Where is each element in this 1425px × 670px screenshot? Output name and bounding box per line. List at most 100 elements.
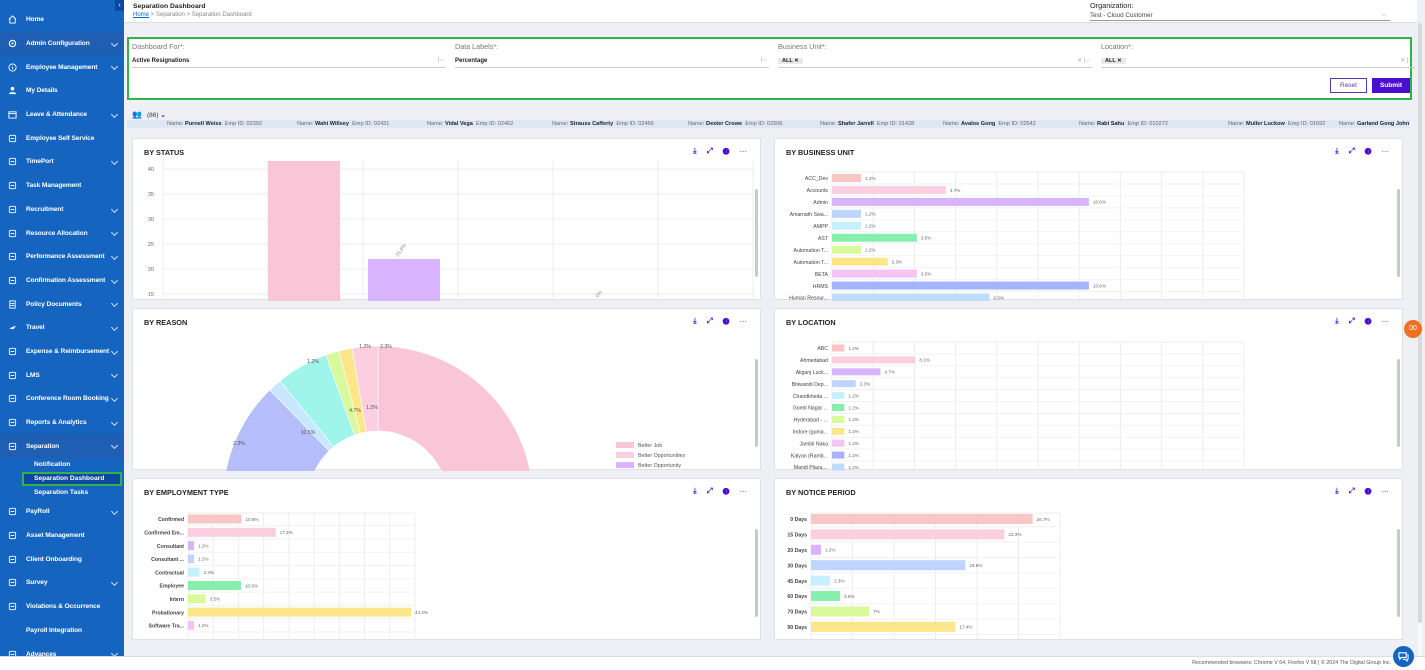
location-chip[interactable]: ALL ✕ [1101,58,1126,64]
chevron-down-icon [110,229,119,237]
sidebar-item-expense-reimbursement[interactable]: Expense & Reimbursement [0,340,124,364]
employee-chip[interactable]: Name: Vidal Vega Emp ID: 02462 [427,121,513,127]
dashboard-for-select[interactable]: Active Resignations |⌵ [132,57,446,68]
bar-value-label: 1.2% [848,453,858,458]
panel-tools[interactable]: ⤓ ⤢ ❶ ⋯ [1335,486,1393,496]
employee-chip[interactable]: Name: Muller Luckow Emp ID: 01692 [1228,121,1325,127]
page-scrollbar[interactable] [1418,23,1422,655]
sidebar-item-policy-documents[interactable]: Policy Documents [0,292,124,316]
survey-icon [7,578,17,588]
breadcrumb-home-link[interactable]: Home [133,12,149,18]
clear-and-chevron-icon[interactable]: ✕ |⌵ [1400,57,1413,65]
sidebar-item-payroll-integration[interactable]: Payroll Integration [0,619,124,643]
employee-chip[interactable]: Name: Purnell Weiss Emp ID: 02392 [167,121,262,127]
dashboard-for-filter: Dashboard For*: Active Resignations |⌵ [132,42,446,68]
employee-chip[interactable]: Name: Rabi Sahu Emp ID: 010272 [1079,121,1168,127]
bar [832,404,845,411]
sidebar-item-confirmation-assessment[interactable]: Confirmation Assessment [0,269,124,293]
sidebar-item-employee-management[interactable]: Employee Management [0,55,124,79]
sidebar-item-payroll[interactable]: PayRoll [0,500,124,524]
employee-id: 02462 [497,121,514,127]
sidebar-subitem-notification[interactable]: Notification [0,458,124,472]
chevron-down-icon[interactable]: ⌄ [160,112,165,119]
bar-value-label: 1.2% [825,548,835,553]
employee-chip[interactable]: Name: Avalos Gong Emp ID: 02542 [943,121,1036,127]
bar-value-label: 18.6% [969,563,982,568]
sidebar-item-travel[interactable]: Travel [0,316,124,340]
sidebar-item-lms[interactable]: LMS [0,363,124,387]
panel-tools[interactable]: ⤓ ⤢ ❶ ⋯ [1335,316,1393,326]
sidebar-item-timeport[interactable]: TimePort [0,150,124,174]
panel-tools[interactable]: ⤓ ⤢ ❶ ⋯ [693,146,751,156]
sidebar-item-label: PayRoll [26,508,50,516]
bar [188,514,242,524]
sidebar-item-performance-assessment[interactable]: Performance Assessment [0,245,124,269]
users-icon: 👥 [132,110,142,119]
data-labels-select[interactable]: Percentage |⌵ [455,57,769,68]
sidebar-item-resource-allocation[interactable]: Resource Allocation [0,221,124,245]
side-feedback-tab[interactable]: 00 [1404,320,1422,338]
sidebar-item-label: Travel [26,324,45,332]
panel-tools[interactable]: ⤓ ⤢ ❶ ⋯ [693,486,751,496]
sidebar-item-admin-configuration[interactable]: Admin Configuration [0,31,124,56]
employee-chip[interactable]: Name: Garland Gong John [1339,121,1409,127]
bar-value-label: 1.2% [848,393,858,398]
sidebar-item-my-details[interactable]: My Details [0,79,124,103]
bar-value-label: 1.2% [848,429,858,434]
panel-tools[interactable]: ⤓ ⤢ ❶ ⋯ [693,316,751,326]
bar [832,245,862,254]
organization-select[interactable]: Test - Cloud Customer ⌵ [1090,11,1390,21]
chevron-down-icon [110,347,119,355]
category-label: 60 Days [787,594,807,600]
chevron-down-icon [110,394,119,403]
sidebar-item-client-onboarding[interactable]: Client Onboarding [0,547,124,571]
business-unit-chip-label: ALL [782,58,793,64]
bar [832,463,845,471]
panel-scrollbar [1397,359,1400,447]
remove-chip-icon[interactable]: ✕ [1117,58,1122,64]
sidebar-nav: Home Admin Configuration Employee Manageme… [0,8,124,656]
employee-count-value: (86) [146,112,159,119]
business-unit-select[interactable]: ALL ✕ ✕ |⌵ [778,58,1092,68]
sidebar-item-reports-analytics[interactable]: Reports & Analytics [0,411,124,435]
violations-icon [7,602,17,612]
chevron-down-icon [110,371,119,379]
sidebar-item-employee-self-service[interactable]: Employee Self Service [0,126,124,150]
legend-label: Better Opportunity [638,463,681,469]
business-unit-chip[interactable]: ALL ✕ [778,58,803,64]
remove-chip-icon[interactable]: ✕ [794,58,799,64]
reason-chart: 10.5% 2.3% 1.2% 4.7% 1.2% 1.2% 2.3% Better Job B… [225,344,758,471]
clear-and-chevron-icon[interactable]: ✕ |⌵ [1077,57,1090,65]
sidebar-item-asset-management[interactable]: Asset Management [0,524,124,548]
sidebar-item-separation[interactable]: Separation [0,434,124,459]
sidebar-item-survey[interactable]: Survey [0,571,124,595]
location-select[interactable]: ALL ✕ ✕ |⌵ [1101,58,1415,68]
category-label: Consultant [157,544,184,550]
employee-id: 02392 [246,121,263,127]
panel-tools[interactable]: ⤓ ⤢ ❶ ⋯ [1335,146,1393,156]
reset-button[interactable]: Reset [1330,78,1367,93]
slice-label: 2.3% [380,344,392,350]
sidebar-subitem-separation-tasks[interactable]: Separation Tasks [0,486,124,500]
breadcrumb: Home > Separation > Separation Dashboard [133,12,252,18]
category-label: Accounts [807,188,829,194]
submit-button[interactable]: Submit [1372,78,1410,93]
sidebar-item-recruitment[interactable]: Recruitment [0,198,124,222]
sidebar-item-advances[interactable]: Advances [0,642,124,656]
bar-value-label: 1.2% [848,405,858,410]
sidebar-item-home[interactable]: Home [0,8,124,32]
employee-count[interactable]: 👥 (86) ⌄ [132,110,166,119]
employee-chip[interactable]: Name: Wahi Willsey Emp ID: 02431 [297,121,389,127]
sidebar-item-task-management[interactable]: Task Management [0,174,124,198]
employee-chip[interactable]: Name: Shafer Jarrell Emp ID: 01428 [820,121,914,127]
category-label: HRMS [813,284,829,290]
employee-chip[interactable]: Name: Strauss Cafferty Emp ID: 02466 [552,121,654,127]
sidebar-item-leave-attendance[interactable]: Leave & Attendance [0,103,124,127]
location-chart: ABC 1.2% Ahmedabad 8.1% Aliganj Luck... 4.7% B… [791,341,1400,471]
sidebar-subitem-separation-dashboard[interactable]: Separation Dashboard [22,472,122,487]
employee-chip[interactable]: Name: Dexter Crowe Emp ID: 02506 [688,121,783,127]
sidebar-item-label: Payroll Integration [26,626,82,634]
sidebar-item-conference-room-booking[interactable]: Conference Room Booking [0,387,124,411]
sidebar-item-violations-occurrence[interactable]: Violations & Occurrence [0,595,124,619]
chat-button[interactable] [1393,646,1414,667]
